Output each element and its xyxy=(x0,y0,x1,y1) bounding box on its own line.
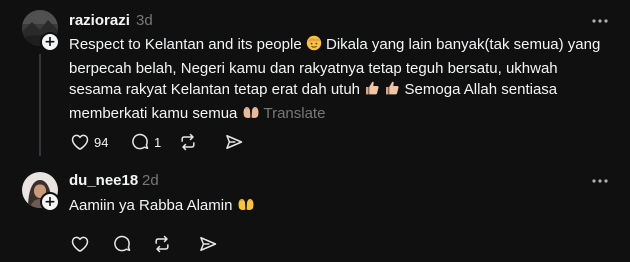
heart-icon xyxy=(70,234,90,254)
thread-post: + du_nee18 2d Aamiin ya Rabba Alamin xyxy=(0,162,630,258)
thumbs-up-icon xyxy=(384,80,400,103)
like-button[interactable]: 94 xyxy=(70,124,108,160)
open-hands-icon xyxy=(237,196,255,219)
comment-icon xyxy=(112,234,132,254)
timestamp: 2d xyxy=(142,172,159,189)
repost-button[interactable] xyxy=(178,124,198,160)
repost-button[interactable] xyxy=(152,226,172,262)
comment-icon xyxy=(130,132,150,152)
share-icon xyxy=(224,132,244,152)
like-button[interactable] xyxy=(70,226,90,262)
share-icon xyxy=(198,234,218,254)
reply-button[interactable]: 1 xyxy=(130,124,161,160)
username[interactable]: raziorazi xyxy=(69,12,130,29)
repost-icon xyxy=(152,234,172,254)
face-emoji-icon xyxy=(306,35,322,58)
thumbs-up-icon xyxy=(364,80,380,103)
follow-plus-icon[interactable]: + xyxy=(40,192,60,212)
repost-icon xyxy=(178,132,198,152)
follow-plus-icon[interactable]: + xyxy=(40,32,60,52)
thread-line xyxy=(39,54,41,156)
reply-button[interactable] xyxy=(112,226,132,262)
post-text: Respect to Kelantan and its people Dikal… xyxy=(69,34,609,126)
more-icon[interactable] xyxy=(590,14,610,28)
share-button[interactable] xyxy=(198,226,218,262)
thread-post: + raziorazi 3d Respect to Kelantan and i… xyxy=(0,0,630,162)
heart-icon xyxy=(70,132,90,152)
username[interactable]: du_nee18 xyxy=(69,172,138,189)
post-text: Aamiin ya Rabba Alamin xyxy=(69,195,609,219)
post-text-part: Respect to Kelantan and its people xyxy=(69,36,306,53)
more-icon[interactable] xyxy=(590,174,610,188)
reply-count: 1 xyxy=(154,134,162,150)
translate-link[interactable]: Translate xyxy=(263,105,325,122)
post-text-part: Aamiin ya Rabba Alamin xyxy=(69,197,237,214)
open-hands-icon xyxy=(242,104,260,127)
timestamp: 3d xyxy=(136,12,153,29)
like-count: 94 xyxy=(94,134,109,150)
share-button[interactable] xyxy=(224,124,244,160)
